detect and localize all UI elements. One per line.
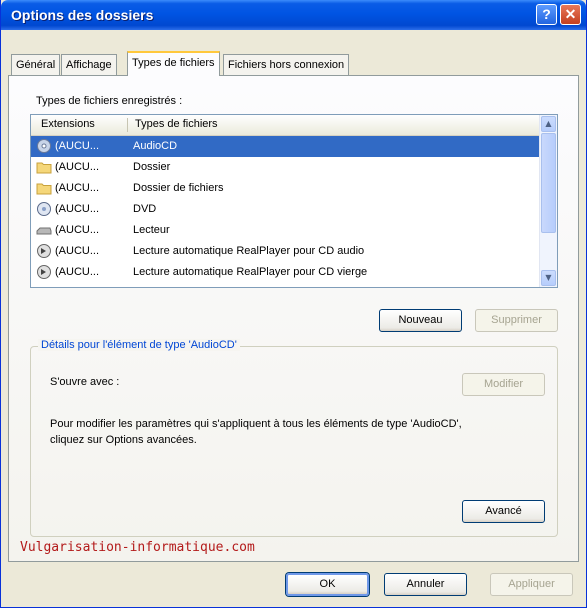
- folder-icon: [36, 162, 52, 174]
- opens-with-label: S'ouvre avec :: [50, 376, 120, 388]
- tab-affichage[interactable]: Affichage: [61, 54, 117, 76]
- list-item-type: Lecture automatique RealPlayer pour CD v…: [133, 266, 368, 278]
- apply-button[interactable]: Appliquer: [490, 573, 573, 596]
- close-icon: ✕: [564, 6, 577, 22]
- details-description-line2: cliquez sur Options avancées.: [50, 434, 197, 446]
- details-group-title: Détails pour l'élément de type 'AudioCD': [38, 339, 240, 351]
- audio-cd-icon: [37, 139, 51, 153]
- new-button[interactable]: Nouveau: [379, 309, 462, 332]
- delete-button[interactable]: Supprimer: [475, 309, 558, 332]
- list-item-type: Dossier: [133, 161, 171, 173]
- scroll-up-button[interactable]: ▲: [541, 116, 556, 132]
- column-extensions[interactable]: Extensions: [41, 118, 95, 130]
- list-item[interactable]: (AUCU... DVD: [31, 199, 541, 220]
- list-item-extension: (AUCU...: [55, 140, 99, 152]
- file-types-list[interactable]: Extensions Types de fichiers (AUCU... Au…: [30, 114, 558, 288]
- list-item-extension: (AUCU...: [55, 266, 99, 278]
- list-item-extension: (AUCU...: [55, 245, 99, 257]
- ok-button[interactable]: OK: [286, 573, 369, 596]
- list-item-type: DVD: [133, 203, 157, 215]
- folder-icon: [36, 183, 52, 195]
- tab-fichiers-hors-connexion[interactable]: Fichiers hors connexion: [223, 54, 350, 76]
- list-item[interactable]: (AUCU... Dossier: [31, 157, 541, 178]
- list-item-type: AudioCD: [133, 140, 178, 152]
- column-file-types[interactable]: Types de fichiers: [135, 118, 218, 130]
- scroll-down-button[interactable]: ▼: [541, 270, 556, 286]
- list-item-type: Dossier de fichiers: [133, 182, 224, 194]
- list-header: Extensions Types de fichiers: [31, 115, 541, 136]
- details-description-line1: Pour modifier les paramètres qui s'appli…: [50, 418, 462, 430]
- drive-icon: [36, 227, 52, 235]
- column-separator[interactable]: [127, 118, 128, 132]
- window-title: Options des dossiers: [11, 7, 154, 23]
- registered-types-label: Types de fichiers enregistrés :: [36, 95, 183, 107]
- tab-types-de-fichiers[interactable]: Types de fichiers: [127, 51, 220, 76]
- help-button[interactable]: ?: [536, 4, 557, 25]
- list-item[interactable]: (AUCU... Dossier de fichiers: [31, 178, 541, 199]
- modify-button[interactable]: Modifier: [462, 373, 545, 396]
- cancel-button[interactable]: Annuler: [384, 573, 467, 596]
- list-item-type: Lecteur: [133, 224, 170, 236]
- title-bar[interactable]: Options des dossiers ? ✕: [1, 0, 586, 30]
- list-item-extension: (AUCU...: [55, 224, 99, 236]
- dvd-icon: [37, 202, 51, 216]
- list-item-type: Lecture automatique RealPlayer pour CD a…: [133, 245, 365, 257]
- tab-general[interactable]: Général: [11, 54, 61, 76]
- watermark-text: Vulgarisation-informatique.com: [20, 540, 255, 555]
- list-item[interactable]: (AUCU... Lecture automatique RealPlayer …: [31, 241, 541, 262]
- list-item-extension: (AUCU...: [55, 182, 99, 194]
- advanced-button[interactable]: Avancé: [462, 500, 545, 523]
- scroll-thumb[interactable]: [541, 133, 556, 233]
- list-item-extension: (AUCU...: [55, 203, 99, 215]
- list-scrollbar[interactable]: ▲ ▼: [539, 115, 557, 287]
- realplayer-icon: [37, 265, 51, 279]
- realplayer-icon: [37, 244, 51, 258]
- help-icon: ?: [542, 6, 551, 22]
- list-item-extension: (AUCU...: [55, 161, 99, 173]
- list-item[interactable]: (AUCU... AudioCD: [31, 136, 541, 157]
- folder-options-window: Options des dossiers ? ✕ Général Afficha…: [0, 0, 587, 608]
- list-item[interactable]: (AUCU... Lecteur: [31, 220, 541, 241]
- list-item[interactable]: (AUCU... Lecture automatique RealPlayer …: [31, 262, 541, 283]
- close-button[interactable]: ✕: [560, 4, 581, 25]
